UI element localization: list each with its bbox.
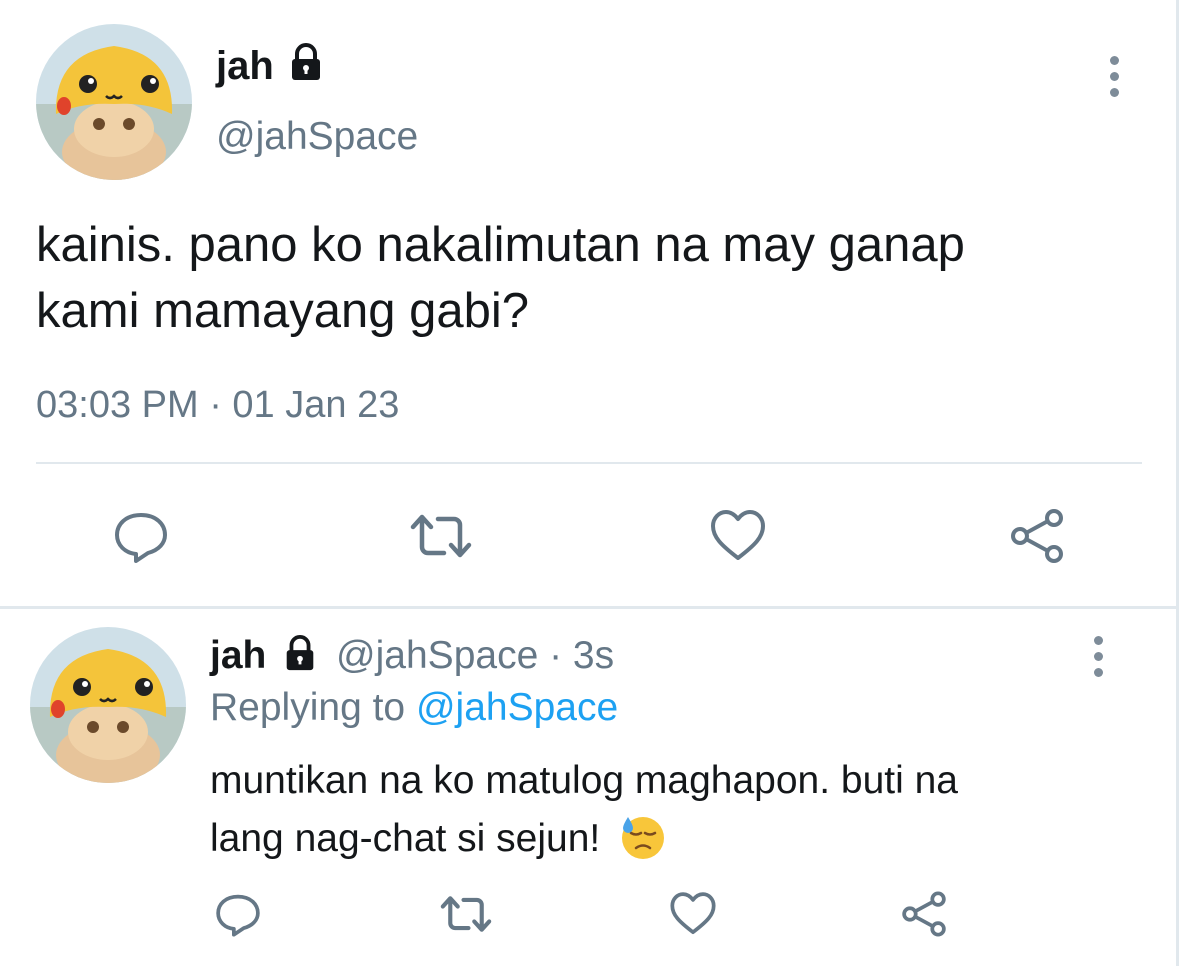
reply-retweet-button[interactable]	[438, 890, 494, 938]
reply-text-line: muntikan na ko matulog maghapon. buti na	[210, 759, 958, 802]
tweet-text: kainis. pano ko nakalimutan na may ganap…	[36, 212, 965, 344]
replying-to-handle-link[interactable]: @jahSpace	[416, 686, 618, 729]
retweet-icon	[410, 514, 472, 558]
reply-display-name[interactable]: jah	[210, 634, 266, 677]
tweet-text-line: kainis. pano ko nakalimutan na may ganap	[36, 218, 965, 272]
reply-handle-time[interactable]: @jahSpace · 3s	[336, 634, 614, 677]
downcast-face-with-sweat-icon	[619, 813, 667, 878]
lock-icon	[286, 42, 326, 87]
reply-reply-button[interactable]	[214, 890, 262, 938]
tweet-text-line: kami mamayang gabi?	[36, 284, 529, 338]
lock-icon	[281, 634, 319, 684]
handle[interactable]: @jahSpace	[216, 114, 418, 160]
reply-header: jah @jahSpace · 3s	[210, 632, 614, 684]
share-icon	[902, 891, 946, 937]
reply-text: muntikan na ko matulog maghapon. buti na…	[210, 752, 958, 878]
reply-avatar[interactable]	[30, 627, 186, 783]
like-icon	[711, 510, 765, 560]
more-options-icon[interactable]	[1102, 56, 1126, 104]
replying-to-label: Replying to	[210, 686, 406, 729]
share-button[interactable]	[1006, 507, 1068, 565]
reply-icon	[115, 513, 167, 563]
display-name-text[interactable]: jah	[216, 44, 274, 88]
replying-to: Replying to @jahSpace	[210, 684, 618, 732]
reply-like-button[interactable]	[669, 890, 717, 938]
display-name[interactable]: jah	[216, 42, 274, 90]
retweet-button[interactable]	[408, 507, 474, 565]
reply-more-options-icon[interactable]	[1086, 636, 1110, 684]
avatar-image	[36, 24, 192, 180]
reply-icon	[216, 894, 260, 937]
timestamp[interactable]: 03:03 PM · 01 Jan 23	[36, 382, 399, 428]
like-icon	[670, 892, 716, 935]
reply-text-line: lang nag-chat si sejun!	[210, 817, 601, 860]
retweet-icon	[440, 896, 492, 932]
avatar[interactable]	[36, 24, 192, 180]
reply-share-button[interactable]	[898, 890, 950, 938]
avatar-image	[30, 627, 186, 783]
share-icon	[1011, 509, 1063, 563]
divider	[36, 462, 1142, 464]
like-button[interactable]	[709, 507, 767, 565]
reply-button[interactable]	[112, 507, 170, 565]
section-divider	[0, 606, 1179, 609]
